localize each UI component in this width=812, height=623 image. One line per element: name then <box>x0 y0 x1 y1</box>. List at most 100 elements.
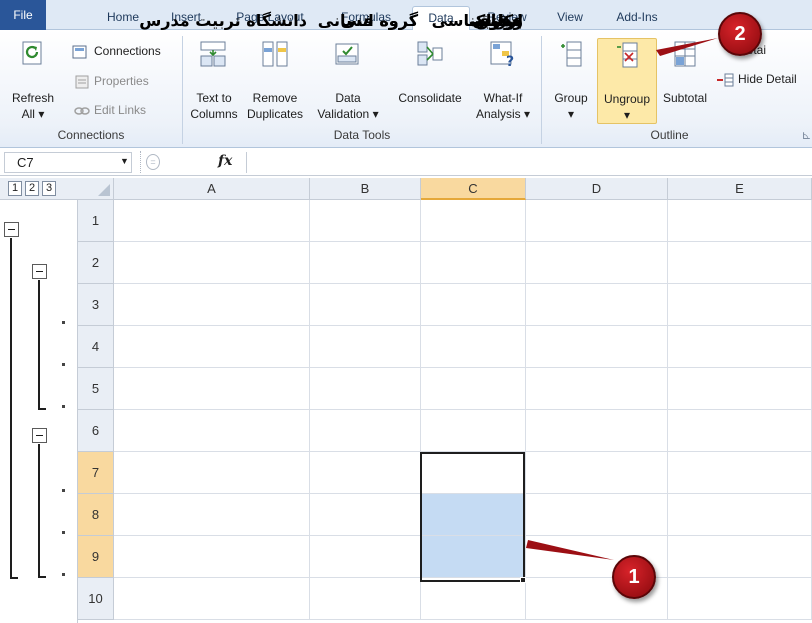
subtotal-button[interactable]: Subtotal <box>658 36 712 124</box>
cell-e5[interactable] <box>668 368 812 410</box>
cell-e3[interactable] <box>668 284 812 326</box>
data-validation-button[interactable]: Data Validation ▾ <box>312 36 384 124</box>
cell-d2[interactable] <box>526 242 668 284</box>
name-box[interactable]: C7 <box>4 152 132 173</box>
column-header-b[interactable]: B <box>310 178 421 200</box>
formula-cancel-icon[interactable]: = <box>146 154 160 170</box>
cell-b5[interactable] <box>310 368 421 410</box>
cell-d4[interactable] <box>526 326 668 368</box>
cell-b3[interactable] <box>310 284 421 326</box>
cell-c9[interactable] <box>421 536 526 578</box>
outline-level-3-button[interactable]: 3 <box>42 181 56 196</box>
cell-d5[interactable] <box>526 368 668 410</box>
subtotal-icon <box>674 41 696 67</box>
remove-duplicates-button[interactable]: Remove Duplicates <box>242 36 308 124</box>
collapse-group-humanities-minus-icon[interactable] <box>32 264 47 279</box>
collapse-group-engineering-minus-icon[interactable] <box>32 428 47 443</box>
remove-duplicates-icon <box>262 41 288 67</box>
cell-e6[interactable] <box>668 410 812 452</box>
cell-c6[interactable] <box>421 410 526 452</box>
cell-a6[interactable] <box>114 410 310 452</box>
cell-c5[interactable] <box>421 368 526 410</box>
collapse-level1-minus-icon[interactable] <box>4 222 19 237</box>
remove-duplicates-label-2: Duplicates <box>246 107 304 121</box>
cell-d8[interactable] <box>526 494 668 536</box>
outline-row-dot <box>62 405 65 408</box>
column-header-a[interactable]: A <box>114 178 310 200</box>
outline-level-1-button[interactable]: 1 <box>8 181 22 196</box>
cell-a3[interactable] <box>114 284 310 326</box>
callout-badge-1: 1 <box>612 555 656 599</box>
ungroup-button[interactable]: Ungroup ▾ <box>597 38 657 124</box>
outline-row-dot <box>62 363 65 366</box>
tab-view[interactable]: View <box>546 6 594 30</box>
cell-e1[interactable] <box>668 200 812 242</box>
cell-a5[interactable] <box>114 368 310 410</box>
cell-d1[interactable] <box>526 200 668 242</box>
text-to-columns-button[interactable]: Text to Columns <box>186 36 242 124</box>
refresh-all-button[interactable]: Refresh All ▾ <box>8 36 58 124</box>
cell-b4[interactable] <box>310 326 421 368</box>
cell-b6[interactable] <box>310 410 421 452</box>
cell-c3[interactable] <box>421 284 526 326</box>
cell-b9[interactable] <box>310 536 421 578</box>
cell-c8[interactable] <box>421 494 526 536</box>
cell-a10[interactable] <box>114 578 310 620</box>
outline-dialog-launcher[interactable]: ⊾ <box>801 128 812 142</box>
cell-e2[interactable] <box>668 242 812 284</box>
cell-e4[interactable] <box>668 326 812 368</box>
cell-d3[interactable] <box>526 284 668 326</box>
fill-handle[interactable] <box>520 577 526 583</box>
connections-label: Connections <box>94 44 161 58</box>
cell-e9[interactable] <box>668 536 812 578</box>
outline-row-dot <box>62 489 65 492</box>
column-header-d[interactable]: D <box>526 178 668 200</box>
consolidate-icon <box>417 41 443 66</box>
row-header-9[interactable]: 9 <box>78 536 114 578</box>
formula-input[interactable] <box>246 152 808 173</box>
row-header-1[interactable]: 1 <box>78 200 114 242</box>
row-header-6[interactable]: 6 <box>78 410 114 452</box>
column-header-e[interactable]: E <box>668 178 812 200</box>
consolidate-button[interactable]: Consolidate <box>390 36 470 124</box>
select-all-corner[interactable] <box>78 178 114 200</box>
column-header-c[interactable]: C <box>421 178 526 200</box>
cell-c7[interactable] <box>421 452 526 494</box>
row-header-5[interactable]: 5 <box>78 368 114 410</box>
cell-b8[interactable] <box>310 494 421 536</box>
cell-e7[interactable] <box>668 452 812 494</box>
cell-a7[interactable] <box>114 452 310 494</box>
cell-b10[interactable] <box>310 578 421 620</box>
cell-a4[interactable] <box>114 326 310 368</box>
cell-a2[interactable] <box>114 242 310 284</box>
cell-e8[interactable] <box>668 494 812 536</box>
cell-d6[interactable] <box>526 410 668 452</box>
cell-e10[interactable] <box>668 578 812 620</box>
cell-a8[interactable] <box>114 494 310 536</box>
cell-a9[interactable] <box>114 536 310 578</box>
cell-b2[interactable] <box>310 242 421 284</box>
group-button[interactable]: Group ▾ <box>546 36 596 124</box>
cell-a1[interactable] <box>114 200 310 242</box>
tab-add-ins[interactable]: Add-Ins <box>600 6 674 30</box>
insert-function-icon[interactable]: fx <box>218 153 232 169</box>
subtotal-label: Subtotal <box>662 91 708 105</box>
what-if-analysis-button[interactable]: ? What-If Analysis ▾ <box>470 36 536 124</box>
cell-c4[interactable] <box>421 326 526 368</box>
cell-c10[interactable] <box>421 578 526 620</box>
row-header-10[interactable]: 10 <box>78 578 114 620</box>
chevron-down-icon[interactable]: ▼ <box>120 156 129 166</box>
cell-c2[interactable] <box>421 242 526 284</box>
cell-b1[interactable] <box>310 200 421 242</box>
row-header-3[interactable]: 3 <box>78 284 114 326</box>
outline-level-2-button[interactable]: 2 <box>25 181 39 196</box>
text-to-columns-label-2: Columns <box>190 107 238 121</box>
row-header-7[interactable]: 7 <box>78 452 114 494</box>
cell-d7[interactable] <box>526 452 668 494</box>
cell-c1[interactable] <box>421 200 526 242</box>
tab-file[interactable]: File <box>0 0 46 30</box>
row-header-8[interactable]: 8 <box>78 494 114 536</box>
row-header-4[interactable]: 4 <box>78 326 114 368</box>
row-header-2[interactable]: 2 <box>78 242 114 284</box>
cell-b7[interactable] <box>310 452 421 494</box>
